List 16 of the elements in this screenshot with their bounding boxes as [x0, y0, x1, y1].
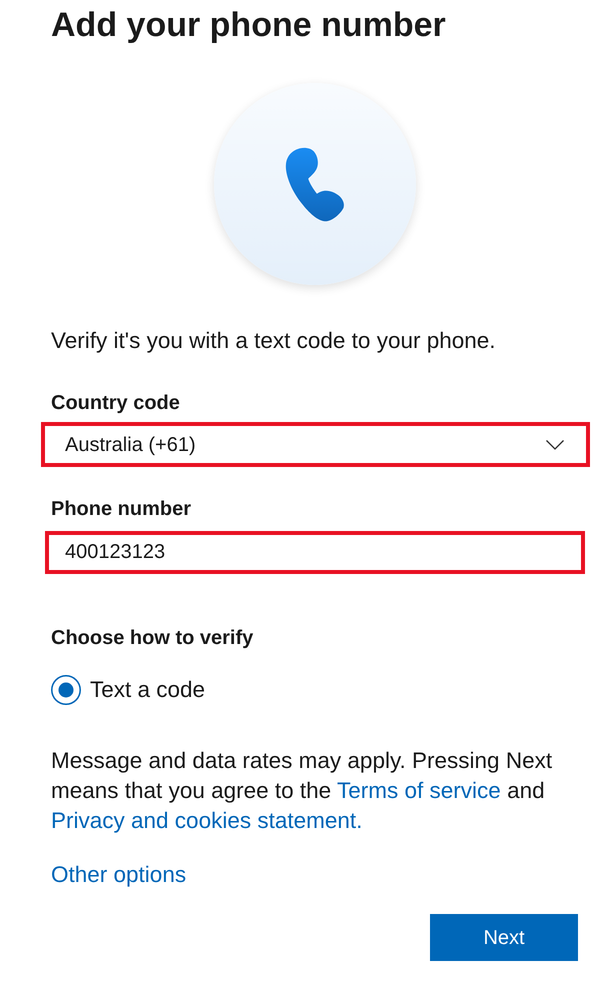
section-label: Choose how to verify — [51, 626, 254, 651]
page-title: Add your phone number — [51, 5, 447, 46]
phone-number-field[interactable]: 400123123 — [45, 531, 585, 574]
other-options-link[interactable]: Other options — [51, 862, 186, 887]
text-link[interactable]: Privacy and cookies statement. — [51, 808, 362, 833]
consent-text: Message and data rates may apply. Pressing Next means that you agree to the Terms of service and Privacy and cookies statement. — [51, 747, 554, 835]
radio-button[interactable] — [51, 675, 81, 705]
chevron-down-icon — [546, 440, 564, 450]
country-select[interactable]: Australia (+61) — [41, 422, 590, 467]
text-link[interactable]: Terms of service — [337, 778, 501, 803]
next-button[interactable]: Next — [430, 914, 578, 961]
field-label: Country code — [51, 391, 181, 416]
description-text: Verify it's you with a text code to your phone. — [51, 327, 497, 355]
phone-icon — [284, 146, 344, 222]
radio-label[interactable]: Text a code — [90, 675, 206, 705]
field-label: Phone number — [51, 497, 192, 522]
